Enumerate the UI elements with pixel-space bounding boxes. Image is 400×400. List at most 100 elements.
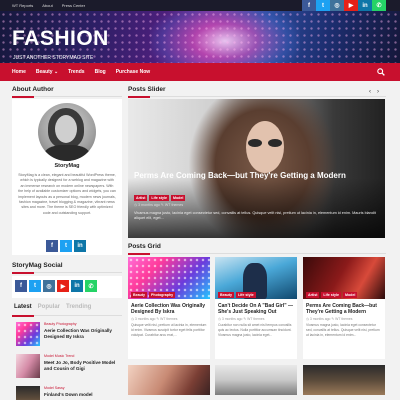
title-underline	[12, 271, 122, 274]
title-underline	[128, 95, 386, 98]
slider-arrows: ‹ ›	[369, 89, 379, 95]
post-card[interactable]: Artist Life style Model Perms Are Coming…	[303, 257, 385, 359]
post-excerpt: Curabitur non nulla sit amet nisl tempus…	[218, 323, 292, 337]
slider-next-icon[interactable]: ›	[377, 89, 379, 95]
post-meta: ◷ 3 months ago ✎ WT themes	[306, 317, 353, 321]
tab-trending[interactable]: Trending	[66, 304, 91, 310]
top-link-about[interactable]: About	[42, 3, 52, 8]
category-badge[interactable]: Artist	[134, 195, 148, 201]
nav-item-trends[interactable]: Trends	[68, 69, 84, 75]
about-author-header: About Author	[12, 86, 122, 98]
facebook-icon[interactable]: f	[46, 240, 58, 252]
search-icon[interactable]	[377, 68, 385, 76]
twitter-icon[interactable]: t	[29, 280, 41, 292]
twitter-icon[interactable]: t	[316, 0, 330, 11]
post-card[interactable]: Beauty Life style Can't Decide On A "Bad…	[215, 257, 297, 359]
card-badges: Artist Life style Model	[306, 292, 358, 298]
category-badge[interactable]: Model	[342, 292, 358, 298]
linkedin-icon[interactable]: in	[74, 240, 86, 252]
nav-item-beauty[interactable]: Beauty ⌄	[36, 69, 58, 75]
posts-slider-header: Posts Slider	[128, 86, 386, 98]
post-card[interactable]: Beauty Photography Aerie Collection Was …	[128, 257, 210, 359]
linkedin-icon[interactable]: in	[358, 0, 372, 11]
title-underline	[128, 252, 386, 255]
slide-title[interactable]: Perms Are Coming Back—but They're Gettin…	[134, 171, 374, 180]
category-badge[interactable]: Life style	[149, 195, 169, 201]
list-item[interactable]: Model Sassy Finland's Down model	[12, 384, 122, 400]
post-thumbnail[interactable]	[16, 386, 40, 400]
post-thumbnail[interactable]	[16, 354, 40, 378]
whatsapp-icon[interactable]: ✆	[85, 280, 97, 292]
slide-image-face	[246, 121, 284, 173]
twitter-icon[interactable]: t	[60, 240, 72, 252]
nav-item-purchase[interactable]: Purchase Now	[116, 69, 150, 75]
slide-overlay	[128, 178, 385, 238]
category-badge[interactable]: Model	[170, 195, 186, 201]
post-thumbnail[interactable]	[16, 322, 40, 346]
post-category[interactable]: Model Music Trend	[44, 354, 74, 358]
post-tabs: Latest Popular Trending	[14, 304, 91, 310]
post-title[interactable]: Aerie Collection Was Originally Designed…	[131, 303, 207, 315]
category-badge[interactable]: Beauty	[218, 292, 234, 298]
category-badge[interactable]: Photography	[148, 292, 176, 298]
nav-item-blog[interactable]: Blog	[95, 69, 106, 75]
main-navigation: Home Beauty ⌄ Trends Blog Purchase Now	[0, 63, 400, 81]
slider-prev-icon[interactable]: ‹	[369, 89, 371, 95]
title-underline	[12, 95, 122, 98]
top-social-links: f t ◎ ▶ in ✆	[302, 0, 386, 11]
post-excerpt: Vivamus magna justo, lacinia eget consec…	[306, 323, 380, 337]
linkedin-icon[interactable]: in	[71, 280, 83, 292]
post-title[interactable]: Meet Jo Jo, Body Positive Model and Cous…	[44, 360, 120, 371]
slide-meta: ◷ 3 months ago ✎ WT themes	[134, 203, 184, 207]
post-title[interactable]: Perms Are Coming Back—but They're Gettin…	[306, 303, 382, 315]
top-link-press[interactable]: Press Center	[62, 3, 85, 8]
top-link-reports[interactable]: WT Reports	[12, 3, 33, 8]
site-tagline: JUST ANOTHER STORYMAG SITE	[13, 55, 94, 61]
post-meta: ◷ 3 months ago ✎ WT themes	[218, 317, 265, 321]
author-social-links: f t in	[46, 240, 86, 252]
post-image[interactable]	[215, 365, 297, 395]
slide-image-sunglasses	[248, 139, 282, 147]
tab-popular[interactable]: Popular	[38, 304, 60, 310]
list-item[interactable]: Beauty Photography Aerie Collection Was …	[12, 320, 122, 350]
post-category[interactable]: Model Sassy	[44, 386, 65, 390]
post-title[interactable]: Aerie Collection Was Originally Designed…	[44, 328, 120, 339]
whatsapp-icon[interactable]: ✆	[372, 0, 386, 11]
about-author-widget: StoryMag StoryMag is a clean, elegant an…	[12, 99, 122, 255]
tab-latest[interactable]: Latest	[14, 304, 32, 310]
social-widget-header: StoryMag Social	[12, 262, 122, 274]
facebook-icon[interactable]: f	[15, 280, 27, 292]
card-badges: Beauty Photography	[131, 292, 176, 298]
youtube-icon[interactable]: ▶	[57, 280, 69, 292]
tabs-underline	[12, 314, 122, 317]
avatar-face	[55, 115, 77, 143]
posts-slider[interactable]: Perms Are Coming Back—but They're Gettin…	[128, 99, 385, 238]
posts-grid-header: Posts Grid	[128, 243, 386, 255]
site-header: FASHION JUST ANOTHER STORYMAG SITE	[0, 11, 400, 63]
top-links: WT Reports About Press Center	[12, 0, 85, 11]
about-author-title: About Author	[12, 86, 54, 93]
post-image[interactable]	[303, 365, 385, 395]
instagram-icon[interactable]: ◎	[43, 280, 55, 292]
post-meta: ◷ 3 months ago ✎ WT themes	[131, 317, 178, 321]
posts-grid-title: Posts Grid	[128, 243, 161, 250]
category-badge[interactable]: Life style	[321, 292, 341, 298]
facebook-icon[interactable]: f	[302, 0, 316, 11]
social-widget: f t ◎ ▶ in ✆	[12, 276, 122, 298]
author-name: StoryMag	[54, 163, 80, 169]
post-image[interactable]	[128, 365, 210, 395]
author-avatar[interactable]	[38, 103, 96, 161]
slide-badges: Artist Life style Model	[134, 195, 186, 201]
category-badge[interactable]: Beauty	[131, 292, 147, 298]
post-title[interactable]: Finland's Down model	[44, 392, 120, 398]
post-title[interactable]: Can't Decide On A "Bad Girl" — She's Jus…	[218, 303, 294, 315]
post-category[interactable]: Beauty Photography	[44, 322, 77, 326]
posts-slider-title: Posts Slider	[128, 86, 166, 93]
category-badge[interactable]: Life style	[235, 292, 256, 298]
instagram-icon[interactable]: ◎	[330, 0, 344, 11]
list-item[interactable]: Model Music Trend Meet Jo Jo, Body Posit…	[12, 352, 122, 382]
category-badge[interactable]: Artist	[306, 292, 320, 298]
youtube-icon[interactable]: ▶	[344, 0, 358, 11]
site-title[interactable]: FASHION	[12, 27, 109, 51]
nav-item-home[interactable]: Home	[12, 69, 26, 75]
